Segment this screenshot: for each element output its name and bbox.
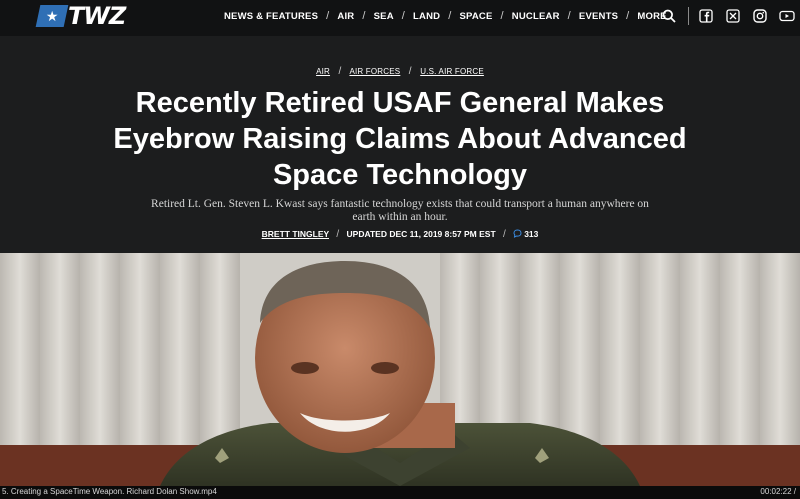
logo-text: TWZ [68,2,126,30]
nav-separator: / [326,10,330,22]
breadcrumb-separator: / [408,66,412,77]
breadcrumb: AIR / AIR FORCES / U.S. AIR FORCE [0,66,800,77]
top-navigation-bar: ★ TWZ NEWS & FEATURES / AIR / SEA / LAND… [0,0,800,36]
article-title: Recently Retired USAF General Makes Eyeb… [113,87,687,191]
byline-separator: / [503,229,506,240]
byline-separator: / [336,229,340,240]
nav-land[interactable]: LAND [413,11,440,22]
breadcrumb-us-air-force[interactable]: U.S. AIR FORCE [420,67,484,76]
nav-sea[interactable]: SEA [374,11,394,22]
hero-image [0,253,800,486]
comments-count: 313 [524,229,539,239]
breadcrumb-air-forces[interactable]: AIR FORCES [349,67,400,76]
site-logo[interactable]: ★ TWZ [35,2,126,30]
breadcrumb-air[interactable]: AIR [316,67,330,76]
video-player-status-bar: 5. Creating a SpaceTime Weapon. Richard … [0,486,800,499]
video-filename: 5. Creating a SpaceTime Weapon. Richard … [2,487,217,496]
nav-separator: / [448,10,452,22]
nav-space[interactable]: SPACE [460,11,493,22]
nav-separator: / [567,10,571,22]
hero-photo-illustration [0,253,800,486]
instagram-icon[interactable] [751,7,769,25]
article-header: AIR / AIR FORCES / U.S. AIR FORCE Recent… [0,36,800,253]
updated-timestamp: UPDATED DEC 11, 2019 8:57 PM EST [346,229,496,239]
youtube-icon[interactable] [778,7,796,25]
star-icon: ★ [45,7,59,24]
x-icon[interactable] [724,7,742,25]
logo-star-badge: ★ [35,5,69,27]
nav-tools [660,6,800,26]
nav-separator: / [401,10,406,22]
main-nav: NEWS & FEATURES / AIR / SEA / LAND / SPA… [224,0,667,32]
nav-news-features[interactable]: NEWS & FEATURES [224,11,318,22]
search-icon[interactable] [660,7,678,25]
facebook-icon[interactable] [697,7,715,25]
video-timecode: 00:02:22 / [760,487,796,496]
nav-events[interactable]: EVENTS [579,11,618,22]
nav-air[interactable]: AIR [337,11,354,22]
comment-bubble-icon [513,229,522,240]
nav-separator: / [500,10,504,22]
author-link[interactable]: BRETT TINGLEY [262,229,329,239]
article-dek: Retired Lt. Gen. Steven L. Kwast says fa… [151,198,649,223]
byline: BRETT TINGLEY / UPDATED DEC 11, 2019 8:5… [0,229,800,240]
nav-divider [688,7,689,25]
nav-separator: / [626,10,630,22]
nav-separator: / [362,10,366,22]
breadcrumb-separator: / [338,66,342,77]
nav-nuclear[interactable]: NUCLEAR [512,11,560,22]
comments-link[interactable]: 313 [513,229,538,239]
